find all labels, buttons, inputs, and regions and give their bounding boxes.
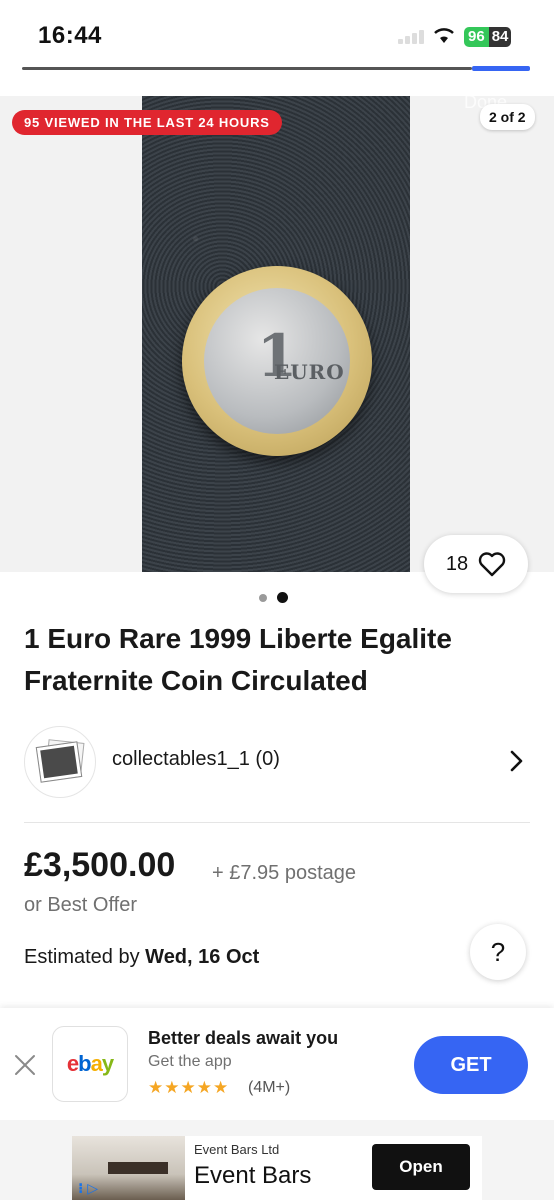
ad-headline: Event Bars <box>194 1162 312 1189</box>
banner-subtitle: Get the app <box>148 1053 232 1070</box>
gallery-dot-active[interactable] <box>277 592 288 603</box>
ad-banner[interactable]: ⁝ ▷ Event Bars Ltd Event Bars Open <box>72 1136 482 1200</box>
ebay-logo: ebay <box>52 1026 128 1102</box>
ad-advertiser: Event Bars Ltd <box>194 1142 280 1157</box>
help-button[interactable]: ? <box>470 924 526 980</box>
battery-secondary: 84 <box>488 27 512 47</box>
ad-choices-icon[interactable]: ⁝ ▷ <box>78 1180 98 1197</box>
ad-image[interactable]: ⁝ ▷ <box>72 1136 185 1200</box>
rating-stars: ★★★★★ <box>148 1078 230 1097</box>
heart-icon <box>478 552 506 577</box>
postage: + £7.95 postage <box>212 862 357 884</box>
ad-area: ⁝ ▷ Event Bars Ltd Event Bars Open <box>0 1120 554 1200</box>
coin-image: 1 EURO <box>182 266 372 456</box>
browser-progress-track <box>22 67 472 70</box>
wifi-icon <box>432 26 458 44</box>
photo-counter: 2 of 2 <box>480 104 535 130</box>
best-offer-label: or Best Offer <box>24 894 138 916</box>
seller-name: collectables1_1 (0) <box>112 748 280 770</box>
watch-button[interactable]: 18 <box>424 535 528 593</box>
status-bar: 16:44 96 84 <box>0 0 554 62</box>
gallery-dots <box>259 592 288 603</box>
price: £3,500.00 <box>24 846 176 884</box>
estimated-date: Wed, 16 Oct <box>145 946 260 968</box>
image-gallery[interactable]: 1 EURO <box>0 96 554 572</box>
divider <box>24 822 530 823</box>
battery-icon: 96 84 <box>464 26 512 48</box>
rating-count: (4M+) <box>248 1079 291 1096</box>
avatar <box>24 726 96 798</box>
battery-level: 96 <box>464 27 489 47</box>
item-photo[interactable]: 1 EURO <box>142 96 410 572</box>
status-time: 16:44 <box>38 22 102 49</box>
browser-progress-fill <box>472 66 530 71</box>
app-install-banner: ebay Better deals await you Get the app … <box>0 1008 554 1120</box>
seller-row[interactable]: collectables1_1 (0) <box>0 722 554 802</box>
estimated-prefix: Estimated by <box>24 946 140 968</box>
watch-count: 18 <box>445 552 469 575</box>
gallery-dot[interactable] <box>259 593 267 602</box>
chevron-right-icon <box>510 750 523 772</box>
ad-open-button[interactable]: Open <box>372 1144 470 1190</box>
get-app-button[interactable]: GET <box>414 1036 528 1094</box>
banner-title: Better deals await you <box>148 1028 339 1048</box>
close-icon[interactable] <box>12 1052 38 1078</box>
delivery-estimate: Estimated by Wed, 16 Oct <box>24 946 259 969</box>
signal-icon <box>398 28 428 44</box>
viewed-badge: 95 VIEWED IN THE LAST 24 HOURS <box>12 110 282 135</box>
listing-title: 1 Euro Rare 1999 Liberte Egalite Fratern… <box>24 623 452 696</box>
